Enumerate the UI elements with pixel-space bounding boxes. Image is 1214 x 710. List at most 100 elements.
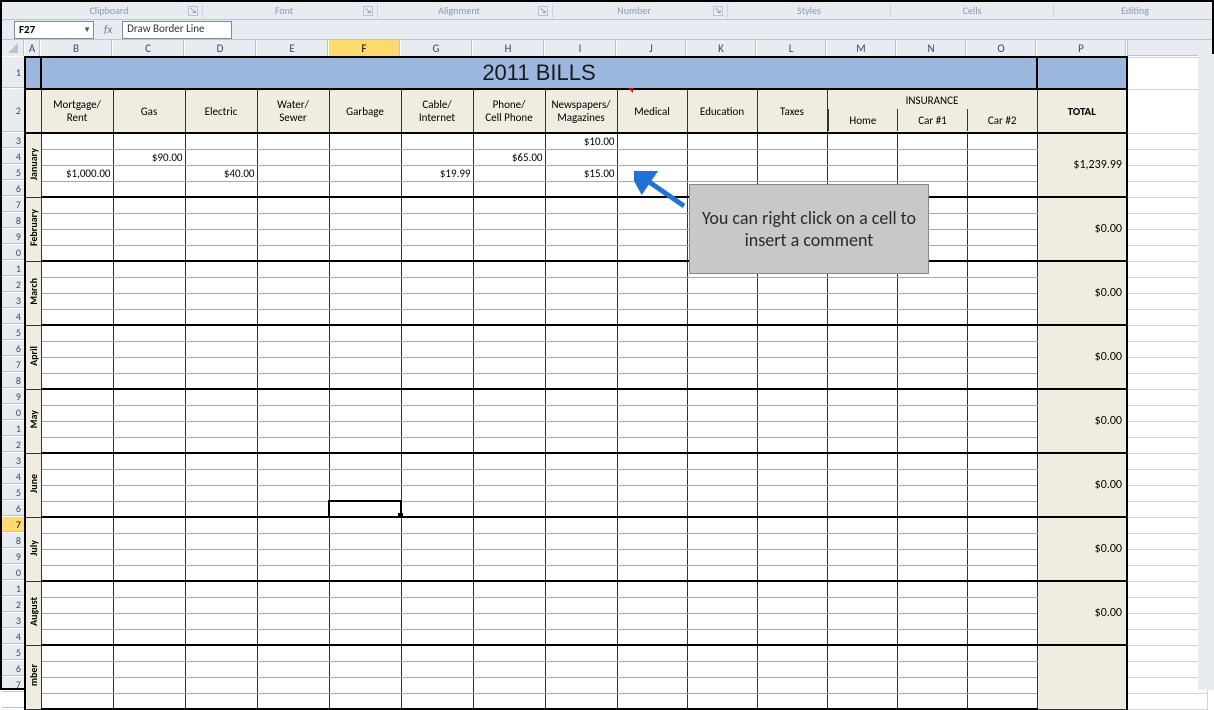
cell[interactable] xyxy=(687,565,757,581)
cell[interactable] xyxy=(617,261,687,277)
cell[interactable] xyxy=(1127,533,1207,549)
cell[interactable] xyxy=(545,629,617,645)
cell[interactable] xyxy=(757,565,827,581)
cell[interactable] xyxy=(687,453,757,469)
cell[interactable] xyxy=(545,421,617,437)
cell[interactable] xyxy=(401,357,473,373)
cell[interactable] xyxy=(41,597,113,613)
month-label[interactable]: January xyxy=(25,133,41,197)
cell[interactable] xyxy=(617,613,687,629)
cell[interactable] xyxy=(401,373,473,389)
cell[interactable] xyxy=(545,341,617,357)
cell[interactable] xyxy=(113,357,185,373)
cell[interactable] xyxy=(1127,325,1207,341)
cell[interactable] xyxy=(41,533,113,549)
total-cell[interactable]: $0.00 xyxy=(1037,197,1127,261)
row-header[interactable]: 7 xyxy=(2,196,24,212)
cell[interactable] xyxy=(757,389,827,405)
cell[interactable] xyxy=(41,437,113,453)
cell[interactable] xyxy=(617,341,687,357)
cell[interactable] xyxy=(185,517,257,533)
select-all-corner[interactable] xyxy=(2,40,24,56)
expand-icon[interactable]: ↘ xyxy=(538,6,548,16)
cell[interactable] xyxy=(473,629,545,645)
cell[interactable] xyxy=(967,277,1037,293)
cell[interactable] xyxy=(257,197,329,213)
cell[interactable] xyxy=(827,549,897,565)
cell[interactable] xyxy=(687,469,757,485)
cell[interactable] xyxy=(545,261,617,277)
scrollbar-vertical[interactable] xyxy=(1198,54,1214,690)
cell[interactable] xyxy=(757,133,827,149)
cell[interactable] xyxy=(757,485,827,501)
cell[interactable] xyxy=(1127,693,1207,709)
cell[interactable] xyxy=(113,597,185,613)
cell[interactable] xyxy=(687,421,757,437)
cell[interactable] xyxy=(257,693,329,709)
cell[interactable] xyxy=(1127,469,1207,485)
col-header-B[interactable]: B xyxy=(40,40,112,56)
cell[interactable] xyxy=(329,597,401,613)
cell[interactable] xyxy=(1127,293,1207,309)
cell[interactable] xyxy=(473,229,545,245)
col-header-K[interactable]: K xyxy=(686,40,756,56)
cell[interactable] xyxy=(329,293,401,309)
cell[interactable] xyxy=(329,357,401,373)
cell[interactable] xyxy=(185,181,257,197)
cell[interactable] xyxy=(687,325,757,341)
cell[interactable] xyxy=(329,533,401,549)
cell[interactable] xyxy=(473,245,545,261)
cell[interactable] xyxy=(329,309,401,325)
cell[interactable] xyxy=(967,437,1037,453)
cell[interactable] xyxy=(185,293,257,309)
cell[interactable] xyxy=(113,613,185,629)
cell[interactable] xyxy=(257,309,329,325)
cell[interactable] xyxy=(41,197,113,213)
cell[interactable] xyxy=(329,197,401,213)
cell[interactable] xyxy=(185,341,257,357)
cell[interactable] xyxy=(617,309,687,325)
cell[interactable] xyxy=(757,421,827,437)
cell[interactable] xyxy=(1127,309,1207,325)
cell[interactable] xyxy=(897,133,967,149)
cell[interactable] xyxy=(1127,597,1207,613)
cell[interactable] xyxy=(257,421,329,437)
cell[interactable] xyxy=(827,437,897,453)
cell[interactable] xyxy=(897,517,967,533)
cell[interactable] xyxy=(757,661,827,677)
header-insurance[interactable]: INSURANCEHomeCar #1Car #2 xyxy=(827,89,1037,133)
cell[interactable] xyxy=(257,661,329,677)
cell[interactable] xyxy=(401,485,473,501)
cell[interactable] xyxy=(401,309,473,325)
row-header[interactable]: 3 xyxy=(2,452,24,468)
cell[interactable] xyxy=(41,421,113,437)
row-header[interactable]: 2 xyxy=(2,276,24,292)
cell[interactable] xyxy=(473,565,545,581)
cell[interactable] xyxy=(113,341,185,357)
cell[interactable] xyxy=(401,293,473,309)
cell[interactable] xyxy=(257,293,329,309)
cell[interactable] xyxy=(1127,373,1207,389)
cell[interactable] xyxy=(113,485,185,501)
formula-input[interactable]: Draw Border Line xyxy=(122,21,232,39)
cell[interactable] xyxy=(687,533,757,549)
cell[interactable] xyxy=(827,565,897,581)
cell[interactable] xyxy=(41,693,113,709)
cell[interactable] xyxy=(617,229,687,245)
month-label[interactable]: February xyxy=(25,197,41,261)
cell[interactable] xyxy=(897,421,967,437)
grid[interactable]: 2011 BILLSMortgage/ RentGasElectricWater… xyxy=(24,56,1212,688)
cell[interactable] xyxy=(545,533,617,549)
cell[interactable] xyxy=(41,357,113,373)
cell[interactable] xyxy=(41,469,113,485)
cell[interactable] xyxy=(41,645,113,661)
cell[interactable] xyxy=(113,581,185,597)
cell[interactable] xyxy=(473,309,545,325)
cell[interactable] xyxy=(897,293,967,309)
cell[interactable] xyxy=(617,421,687,437)
cell[interactable] xyxy=(827,597,897,613)
cell[interactable] xyxy=(897,549,967,565)
cell[interactable] xyxy=(687,517,757,533)
cell[interactable] xyxy=(257,165,329,181)
cell[interactable] xyxy=(617,677,687,693)
